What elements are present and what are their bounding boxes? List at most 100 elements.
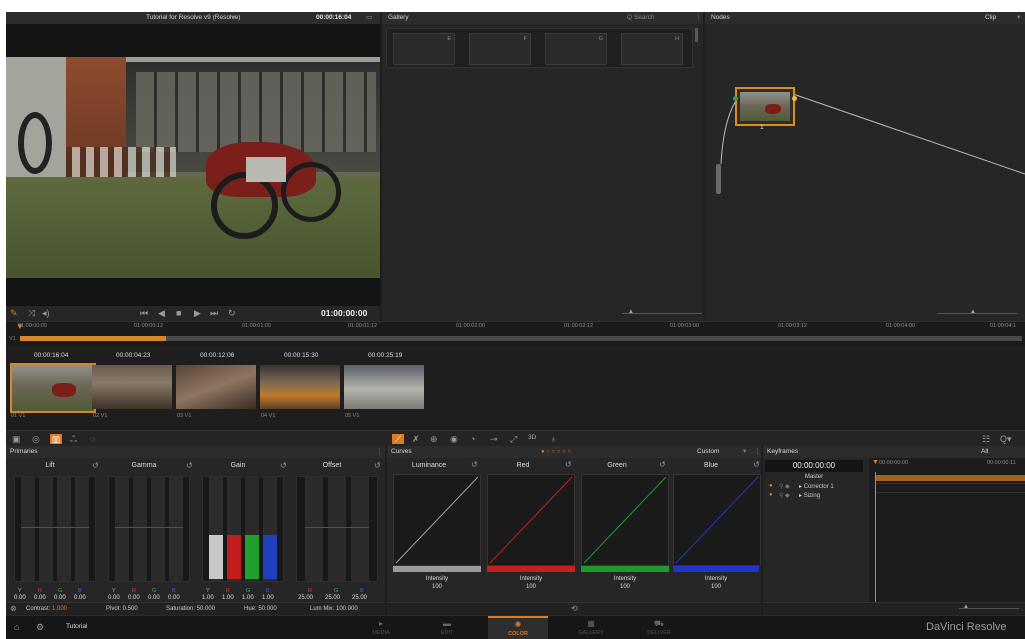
chevron-down-icon[interactable]: ▾ [232, 12, 235, 24]
audio-mixer-icon[interactable]: ♁ [550, 434, 557, 444]
offset-b-value[interactable]: 25.00 [352, 595, 367, 601]
blur-icon[interactable]: ◔ [470, 434, 475, 444]
settings-gear-icon[interactable]: ⚙ [36, 622, 44, 632]
grid-view-icon[interactable]: ☷ [982, 434, 990, 444]
viewer-mode-icon[interactable]: ▭ [366, 12, 372, 24]
red-curve-editor[interactable] [487, 474, 575, 566]
offset-g-value[interactable]: 25.00 [325, 595, 340, 601]
chevron-down-icon[interactable]: ▾ [743, 446, 746, 458]
gain-r-value[interactable]: 1.00 [222, 595, 234, 601]
key-icon[interactable]: ⊸ [490, 434, 498, 444]
clip-thumbnail[interactable]: 00:00:12:06 03 V1 [176, 351, 260, 427]
loop-icon[interactable]: ↻ [228, 308, 236, 318]
timeline-clips-rest[interactable] [166, 336, 1022, 341]
lift-g-value[interactable]: 0.00 [54, 595, 66, 601]
lift-b-value[interactable]: 0.00 [74, 595, 86, 601]
reset-icon[interactable]: ↺ [92, 461, 99, 470]
contrast-value[interactable]: 1.000 [52, 603, 67, 615]
gain-b-value[interactable]: 1.00 [262, 595, 274, 601]
reset-icon[interactable]: ↺ [565, 460, 572, 469]
saturation-field[interactable]: Saturation: 50.000 [166, 603, 215, 615]
shuffle-icon[interactable]: ⤨ [28, 308, 35, 318]
keyframe-dot-icon[interactable]: ● [769, 492, 773, 498]
gallery-still[interactable]: H [621, 33, 683, 65]
search-icon[interactable]: Q▾ [1000, 434, 1012, 444]
chevron-down-icon[interactable]: ▾ [1017, 12, 1020, 24]
clip-thumbnail[interactable]: 00:00:15:30 04 V1 [260, 351, 344, 427]
keyframes-timeline[interactable]: ▼ 00:00:00:00 00:00:00:11 [869, 458, 1025, 602]
play-icon[interactable]: ▶ [194, 308, 201, 318]
timeline-clip-1[interactable] [20, 336, 166, 341]
offset-r-value[interactable]: 25.00 [298, 595, 313, 601]
corrector-node[interactable] [733, 87, 797, 126]
reset-icon[interactable]: ↺ [659, 460, 666, 469]
gain-y-value[interactable]: 1.00 [202, 595, 214, 601]
reset-icon[interactable]: ↺ [280, 461, 287, 470]
curves-page-dots[interactable]: ● ○ ○ ○ ○ ○ [541, 446, 571, 458]
keyframes-filter-select[interactable]: All [981, 446, 988, 458]
nodes-mode-select[interactable]: Clip [985, 12, 996, 24]
node-input-connector[interactable] [733, 96, 738, 101]
offset-bars[interactable] [296, 476, 378, 582]
pointer-tool-icon[interactable]: ✎ [10, 308, 18, 318]
lum-mix-field[interactable]: Lum Mix: 100.000 [310, 603, 358, 615]
page-deliver-tab[interactable]: ⛟ DELIVER [634, 616, 684, 639]
gamma-y-value[interactable]: 0.00 [108, 595, 120, 601]
qualifier-icon[interactable]: ✗ [412, 434, 420, 444]
lift-bars[interactable] [14, 476, 96, 582]
lift-r-value[interactable]: 0.00 [34, 595, 46, 601]
mini-timeline[interactable]: 01:00:00:00 01:00:00:12 01:00:01:00 01:0… [6, 321, 1025, 348]
curves-options-icon[interactable]: ⋮ [754, 446, 761, 458]
keyframes-zoom-handle[interactable]: ▲ [963, 604, 969, 610]
rgb-mixer-icon[interactable]: ஃ [70, 434, 77, 444]
reset-icon[interactable]: ↺ [753, 460, 760, 469]
reset-icon[interactable]: ↺ [186, 461, 193, 470]
gain-g-value[interactable]: 1.00 [242, 595, 254, 601]
pivot-field[interactable]: Pivot: 0.500 [106, 603, 138, 615]
color-wheels-icon[interactable]: ▥ [50, 434, 62, 444]
curves-icon[interactable]: ⟋ [392, 434, 404, 444]
home-icon[interactable]: ⌂ [14, 622, 19, 632]
track-corrector[interactable]: ▸ Corrector 1 [799, 483, 834, 490]
blue-intensity-value[interactable]: 100 [673, 584, 759, 590]
keyframe-playhead-icon[interactable]: ▼ [872, 459, 879, 466]
camera-raw-icon[interactable]: ▣ [12, 434, 21, 444]
track-sizing[interactable]: ▸ Sizing [799, 492, 820, 499]
page-media-tab[interactable]: ▸ MEDIA [356, 616, 406, 639]
window-icon[interactable]: ⊕ [430, 434, 438, 444]
reset-icon[interactable]: ↺ [471, 460, 478, 469]
audio-icon[interactable]: ◂) [42, 308, 50, 318]
gallery-zoom-handle[interactable]: ▲ [628, 309, 634, 315]
reset-icon[interactable]: ↺ [374, 461, 381, 470]
sizing-icon[interactable]: ⤢ [510, 434, 517, 444]
red-intensity-value[interactable]: 100 [487, 584, 575, 590]
lock-icon[interactable]: ⚲ ◆ [779, 492, 790, 499]
motion-icon[interactable]: ◌ [90, 434, 95, 444]
gallery-still[interactable]: F [469, 33, 531, 65]
hue-field[interactable]: Hue: 50.000 [244, 603, 277, 615]
skip-start-icon[interactable]: ⏮ [140, 308, 148, 318]
nodes-zoom-slider[interactable] [937, 313, 1017, 314]
page-gallery-tab[interactable]: ▦ GALLERY [566, 616, 616, 639]
gallery-still[interactable]: E [393, 33, 455, 65]
gallery-still[interactable]: G [545, 33, 607, 65]
primaries-mode-icon[interactable]: ⊗ [10, 603, 17, 615]
green-intensity-value[interactable]: 100 [581, 584, 669, 590]
tracker-icon[interactable]: ◉ [450, 434, 458, 444]
gain-bars[interactable] [202, 476, 284, 582]
page-color-tab[interactable]: ✺ COLOR [488, 616, 548, 639]
gamma-g-value[interactable]: 0.00 [148, 595, 160, 601]
gallery-options-icon[interactable]: ⋮ [695, 12, 702, 24]
clip-thumbnail[interactable]: 00:00:25:19 05 V1 [344, 351, 428, 427]
green-curve-editor[interactable] [581, 474, 669, 566]
lift-y-value[interactable]: 0.00 [14, 595, 26, 601]
skip-end-icon[interactable]: ⏭ [210, 308, 218, 318]
color-match-icon[interactable]: ◎ [32, 434, 40, 444]
node-output-connector[interactable] [792, 96, 797, 101]
keyframe-dot-icon[interactable]: ● [769, 483, 773, 489]
clip-thumbnail[interactable]: 00:00:16:04 01 V1 [10, 351, 96, 427]
gamma-bars[interactable] [108, 476, 190, 582]
nodes-zoom-handle[interactable]: ▲ [970, 309, 976, 315]
lock-icon[interactable]: ⚲ ◆ [779, 483, 790, 490]
node-graph[interactable]: 1 [705, 24, 1025, 306]
